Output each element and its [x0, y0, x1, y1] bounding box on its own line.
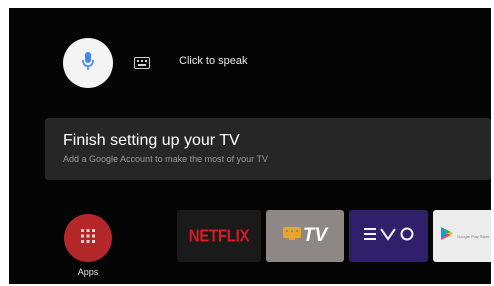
netflix-app-tile[interactable]: NETFLIX	[177, 210, 261, 262]
netflix-logo: NETFLIX	[188, 226, 250, 246]
evo-logo	[363, 227, 415, 245]
microphone-icon	[81, 51, 95, 76]
click-to-speak-label: Click to speak	[179, 55, 248, 67]
setup-card-title: Finish setting up your TV	[63, 132, 240, 149]
google-play-store-tile[interactable]: Google Play Store	[433, 210, 491, 262]
finish-setup-card[interactable]: Finish setting up your TV Add a Google A…	[45, 118, 491, 180]
tv-screen-icon	[282, 227, 301, 245]
play-store-icon	[441, 227, 453, 245]
keyboard-icon[interactable]	[134, 56, 150, 69]
evo-app-tile[interactable]	[349, 210, 428, 262]
voice-search-button[interactable]	[63, 38, 113, 88]
play-store-label: Google Play Store	[457, 233, 490, 239]
apps-button[interactable]	[64, 214, 112, 262]
setup-card-subtitle: Add a Google Account to make the most of…	[63, 154, 268, 164]
grid-icon	[80, 228, 96, 249]
apps-label: Apps	[77, 267, 99, 277]
tv-logo-text: TV	[302, 225, 328, 246]
tv-home-screen: Click to speak Finish setting up your TV…	[9, 8, 491, 284]
tv-logo: TV	[282, 225, 328, 247]
tv-app-tile[interactable]: TV	[266, 210, 344, 262]
